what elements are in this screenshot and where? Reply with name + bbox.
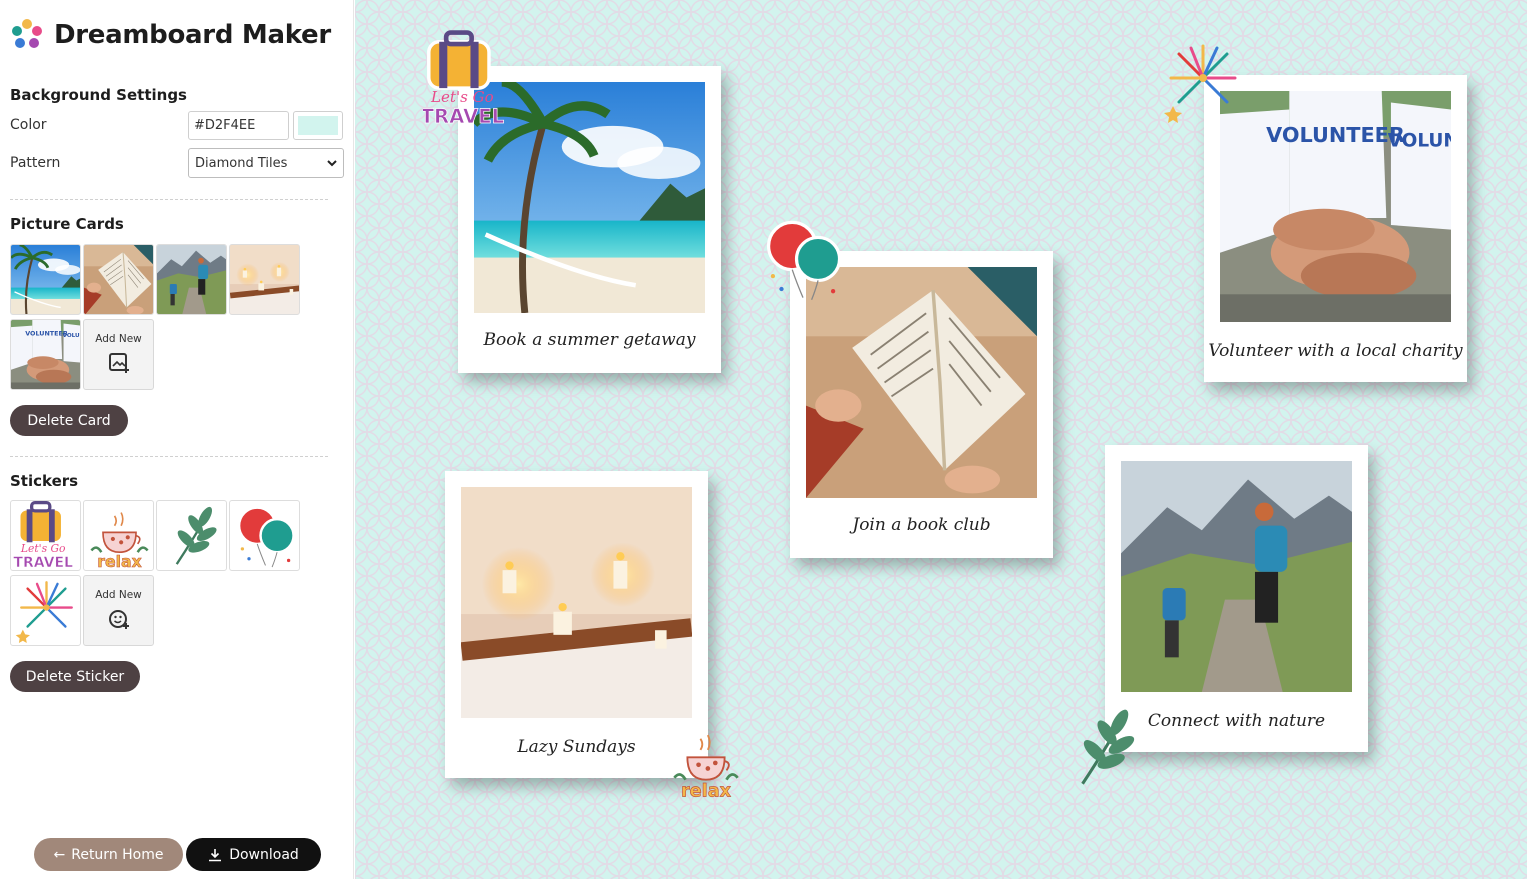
return-home-label: Return Home [71,846,164,863]
pattern-select[interactable]: Diamond Tiles [188,148,344,178]
download-icon [209,848,222,861]
download-button[interactable]: Download [186,838,321,871]
add-sticker-label: Add New [95,589,142,601]
card-thumb-candles[interactable] [229,244,300,315]
picture-cards-heading: Picture Cards [10,215,124,233]
stickers-heading: Stickers [10,472,79,490]
card-thumb-beach[interactable] [10,244,81,315]
download-label: Download [229,846,299,863]
card-thumb-volunteers[interactable] [10,319,81,390]
delete-card-button[interactable]: Delete Card [10,405,128,436]
sticker-thumb-fireworks[interactable] [10,575,81,646]
divider [10,199,328,200]
card-photo-candles [461,487,692,718]
sticker-thumb-balloons[interactable] [229,500,300,571]
color-picker-swatch[interactable] [293,111,343,140]
sidebar: Dreamboard Maker Background Settings Col… [0,0,354,879]
logo-icon [12,19,42,48]
sticker-thumb-leaf[interactable] [156,500,227,571]
sticker-relax[interactable] [661,722,751,802]
sticker-thumb-travel[interactable] [10,500,81,571]
chevron-down-icon [327,159,337,166]
card-caption[interactable]: Volunteer with a local charity [1204,341,1467,361]
color-label: Color [10,117,47,133]
delete-sticker-button[interactable]: Delete Sticker [10,661,140,692]
card-photo-hikers [1121,461,1352,692]
sticker-balloons[interactable] [760,212,846,308]
sticker-thumb-relax[interactable] [83,500,154,571]
card-caption[interactable]: Join a book club [790,515,1053,535]
card-caption[interactable]: Book a summer getaway [458,330,721,350]
sticker-leaf[interactable] [1058,702,1148,794]
add-card-button[interactable]: Add New [83,319,154,390]
arrow-left-icon: ← [53,846,66,863]
add-sticker-icon [108,610,129,629]
pattern-label: Pattern [10,155,61,171]
color-hex-input[interactable] [188,111,289,140]
app-title: Dreamboard Maker [54,20,331,50]
sticker-fireworks[interactable] [1160,38,1246,128]
card-thumb-book[interactable] [83,244,154,315]
add-card-label: Add New [95,333,142,345]
card-photo-volunteers [1220,91,1451,322]
dreamboard-canvas[interactable]: Book a summer getaway Join a book club V… [355,0,1527,879]
sticker-travel[interactable] [423,30,511,130]
brand: Dreamboard Maker [10,18,331,52]
return-home-button[interactable]: ← Return Home [34,838,183,871]
card-thumb-hikers[interactable] [156,244,227,315]
divider [10,456,328,457]
add-image-icon [108,353,129,373]
add-sticker-button[interactable]: Add New [83,575,154,646]
background-settings-heading: Background Settings [10,86,187,104]
pattern-selected-value: Diamond Tiles [195,155,288,171]
